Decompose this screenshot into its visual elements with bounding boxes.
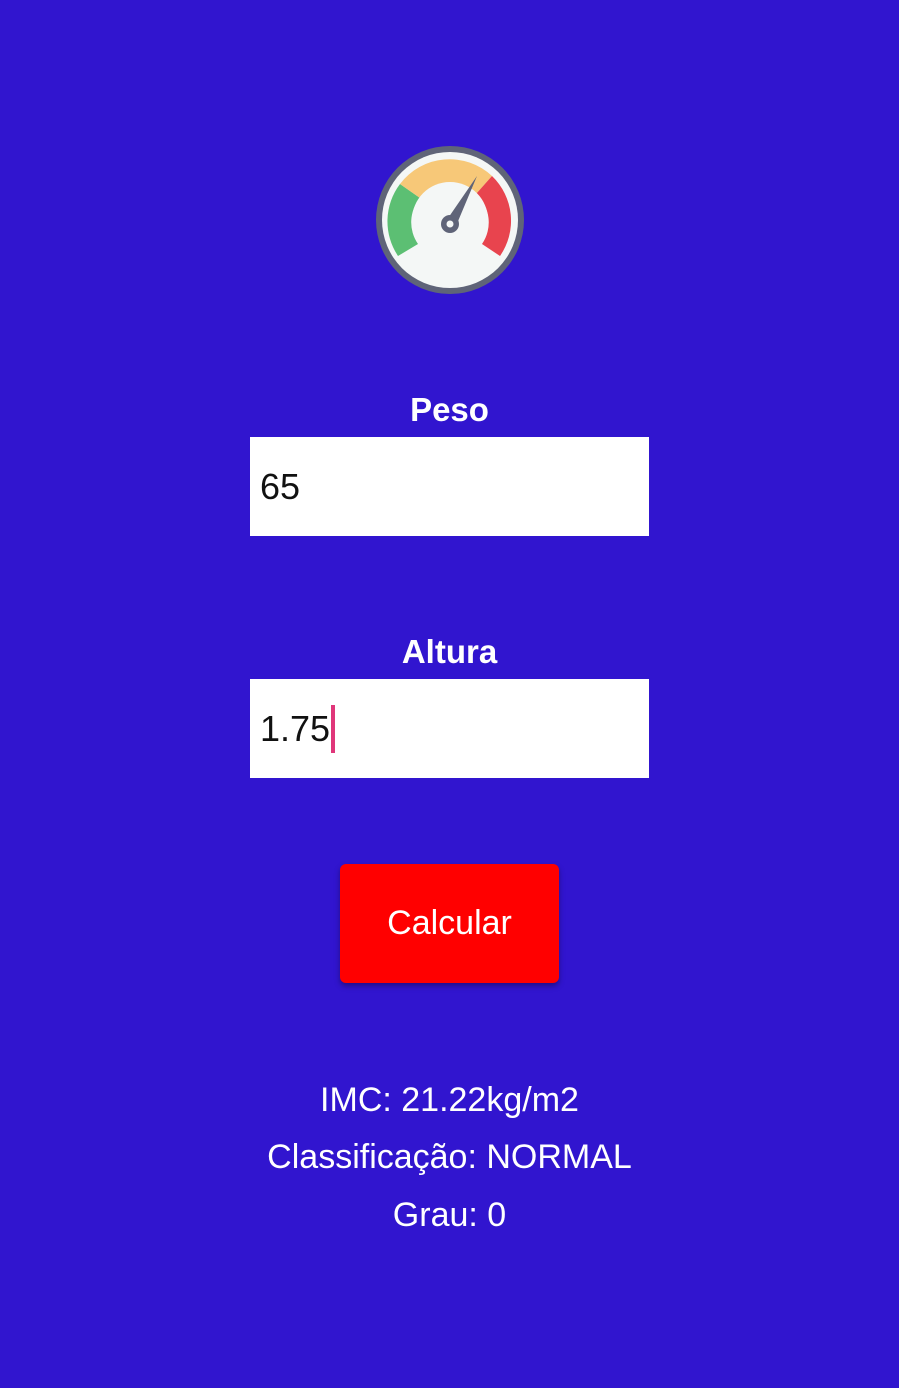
peso-input[interactable]: 65 — [250, 437, 649, 536]
calcular-button-label: Calcular — [387, 904, 512, 942]
calcular-button[interactable]: Calcular — [340, 864, 559, 983]
text-cursor — [331, 704, 336, 753]
altura-input[interactable]: 1.75 — [250, 679, 649, 778]
gauge-logo-icon — [374, 144, 526, 296]
imc-result: IMC: 21.22kg/m2 — [320, 1081, 579, 1119]
altura-input-value: 1.75 — [260, 707, 331, 749]
peso-label: Peso — [410, 391, 489, 428]
classificacao-result: Classificação: NORMAL — [267, 1138, 632, 1176]
peso-input-value: 65 — [260, 465, 301, 507]
grau-result: Grau: 0 — [392, 1196, 507, 1234]
altura-label: Altura — [401, 633, 498, 670]
